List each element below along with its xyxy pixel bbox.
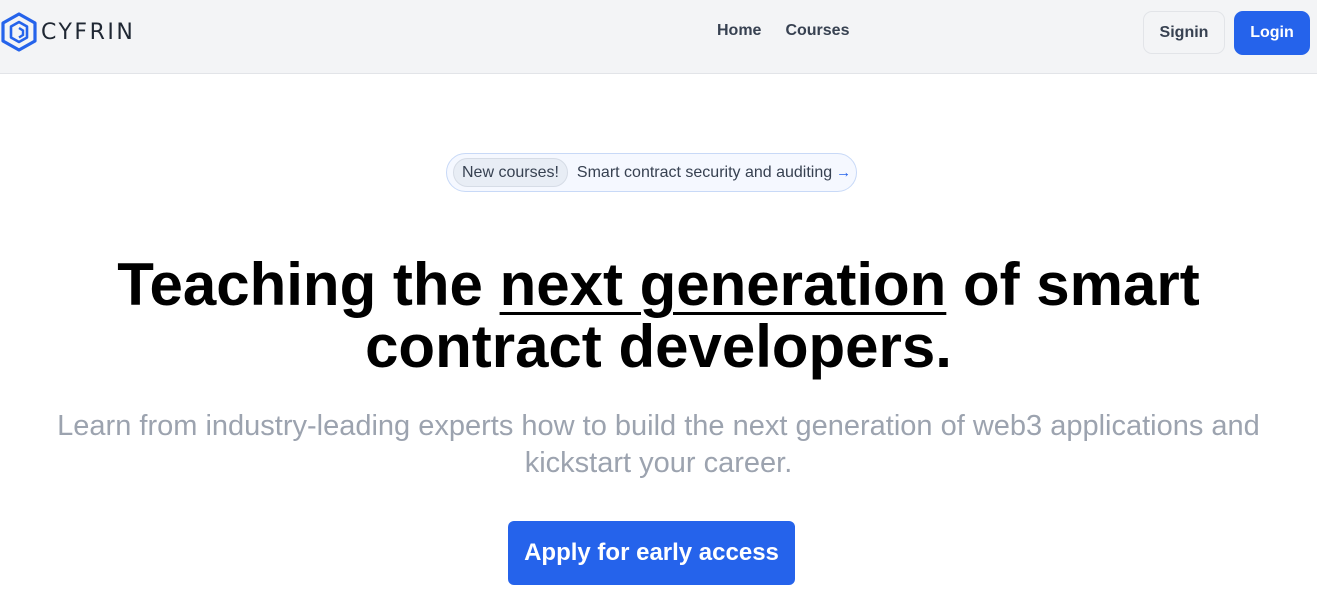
main-nav: Home Courses <box>717 22 849 40</box>
signin-button[interactable]: Signin <box>1143 11 1225 54</box>
hero-headline: Teaching the next generation of smart co… <box>0 254 1317 378</box>
cyfrin-shield-logo-icon <box>1 12 37 52</box>
login-button[interactable]: Login <box>1234 11 1310 55</box>
nav-home-link[interactable]: Home <box>717 22 761 40</box>
headline-highlight: next generation <box>499 251 947 318</box>
arrow-right-icon: → <box>836 164 852 181</box>
brand-logo-link[interactable]: CYFRIN <box>0 11 135 53</box>
top-nav-bar: CYFRIN Home Courses Signin Login <box>0 0 1317 74</box>
announcement-badge: New courses! <box>453 158 568 187</box>
announcement-pill[interactable]: New courses! Smart contract security and… <box>446 153 857 192</box>
apply-early-access-button[interactable]: Apply for early access <box>508 521 795 585</box>
hero-subtitle: Learn from industry-leading experts how … <box>57 410 1260 479</box>
brand-name: CYFRIN <box>41 19 136 45</box>
headline-part-before: Teaching the <box>117 251 500 318</box>
nav-courses-link[interactable]: Courses <box>785 22 849 40</box>
announcement-text: Smart contract security and auditing <box>576 163 833 181</box>
